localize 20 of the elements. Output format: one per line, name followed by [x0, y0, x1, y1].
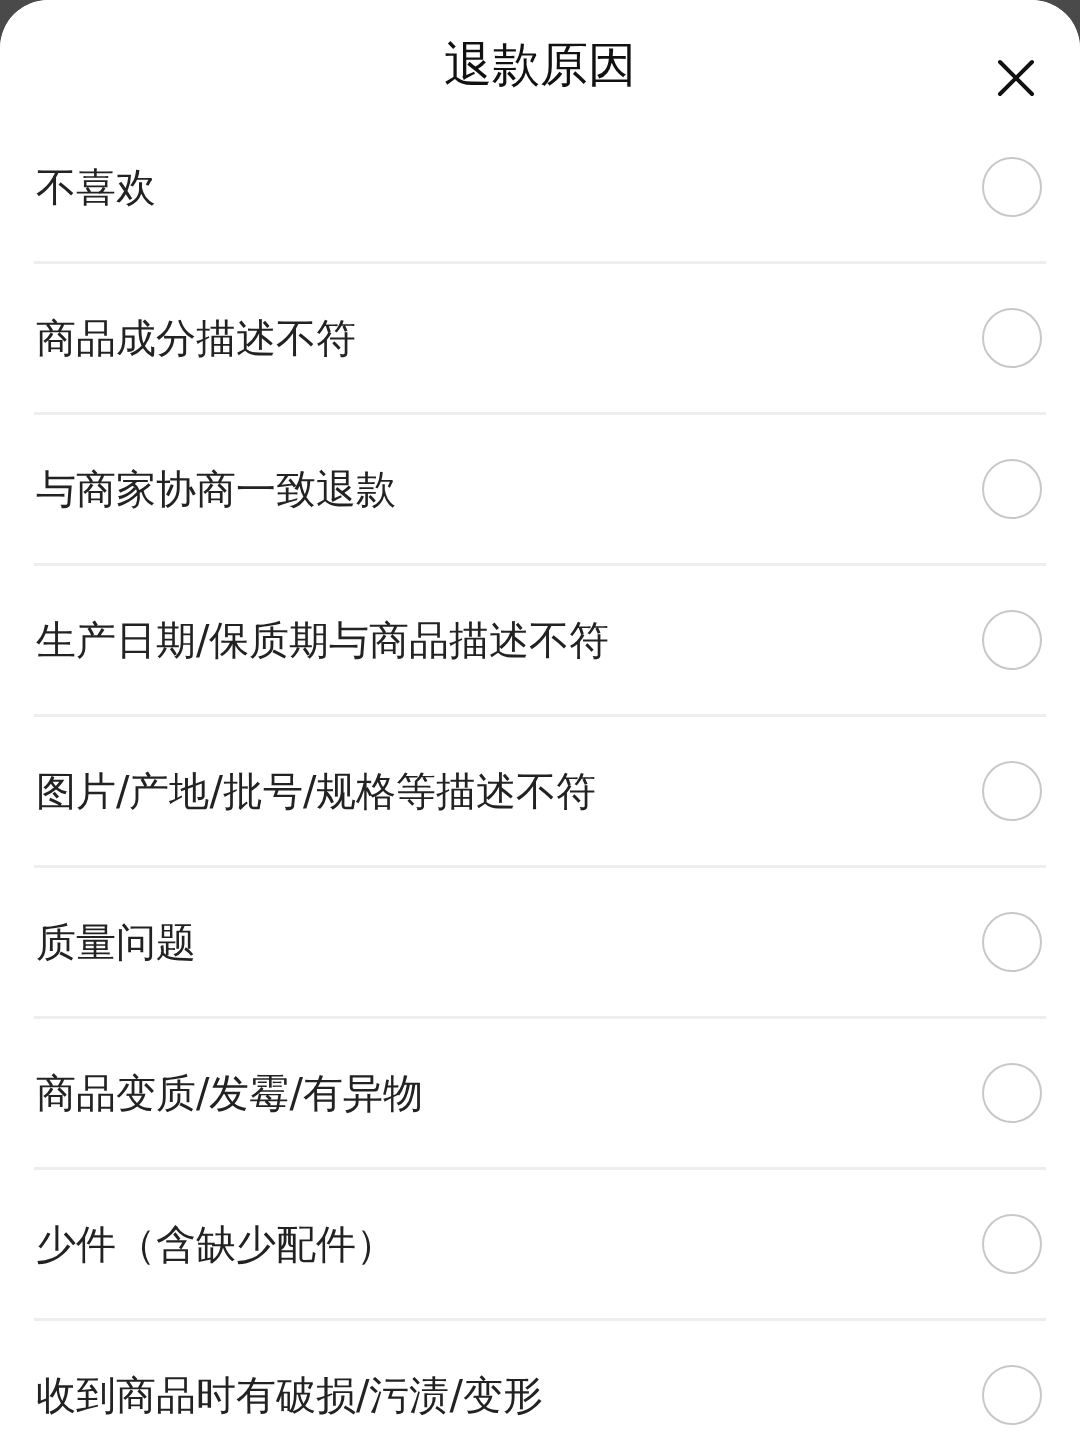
reason-label: 少件（含缺少配件） [36, 1219, 396, 1269]
radio-button[interactable] [982, 912, 1042, 972]
reason-label: 质量问题 [36, 917, 196, 967]
reason-label: 与商家协商一致退款 [36, 464, 396, 514]
radio-button[interactable] [982, 610, 1042, 670]
radio-button[interactable] [982, 1365, 1042, 1425]
sheet-title: 退款原因 [444, 35, 636, 94]
reason-label: 生产日期/保质期与商品描述不符 [36, 615, 610, 665]
radio-button[interactable] [982, 459, 1042, 519]
radio-button[interactable] [982, 308, 1042, 368]
close-icon[interactable] [996, 58, 1036, 98]
reason-label: 商品成分描述不符 [36, 313, 356, 363]
reason-label: 商品变质/发霉/有异物 [36, 1068, 423, 1118]
reason-label: 收到商品时有破损/污渍/变形 [36, 1370, 543, 1420]
radio-button[interactable] [982, 157, 1042, 217]
radio-button[interactable] [982, 761, 1042, 821]
reason-label: 不喜欢 [36, 162, 156, 212]
reason-label: 图片/产地/批号/规格等描述不符 [36, 766, 597, 816]
radio-button[interactable] [982, 1214, 1042, 1274]
radio-button[interactable] [982, 1063, 1042, 1123]
